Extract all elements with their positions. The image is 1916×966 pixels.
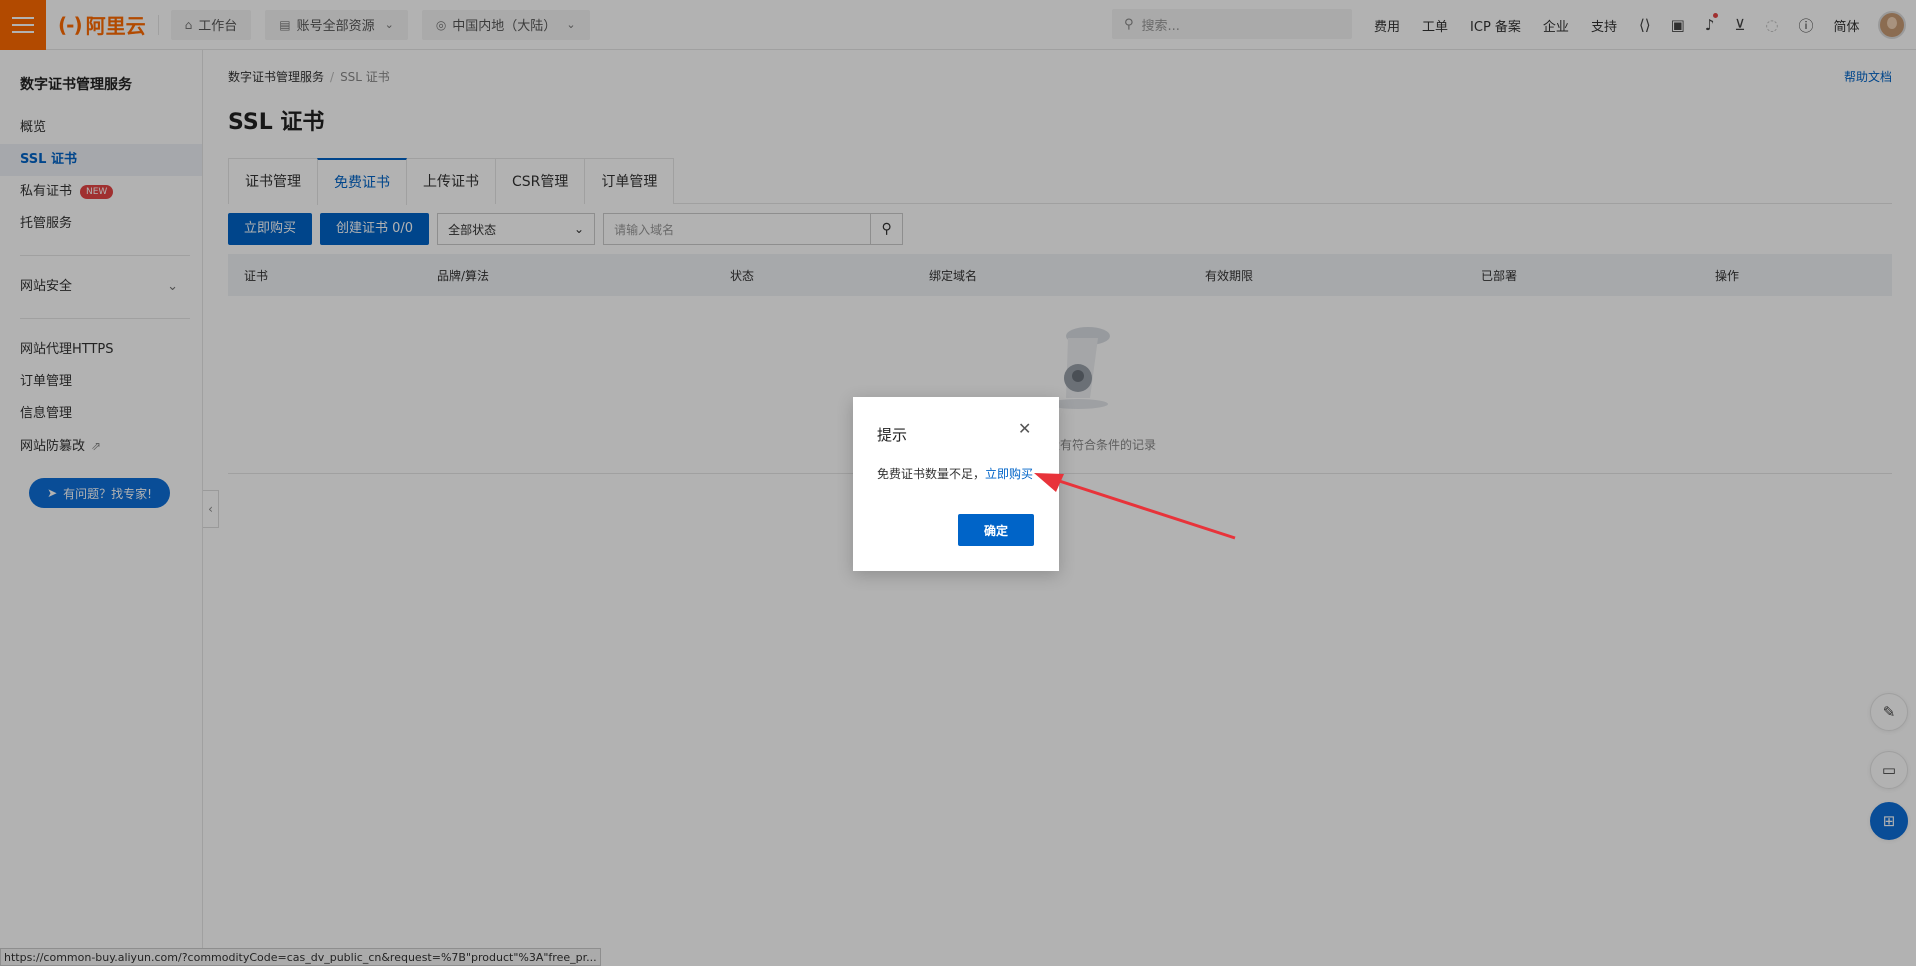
notice-dialog: 提示 ✕ 免费证书数量不足，立即购买 确定 <box>853 397 1059 571</box>
confirm-button[interactable]: 确定 <box>958 514 1034 546</box>
close-icon[interactable]: ✕ <box>1018 419 1031 438</box>
buy-now-link[interactable]: 立即购买 <box>985 467 1033 481</box>
dialog-message: 免费证书数量不足，立即购买 <box>877 465 1033 482</box>
dialog-title: 提示 <box>877 426 908 444</box>
red-arrow-annotation <box>1034 473 1236 540</box>
dialog-message-text: 免费证书数量不足， <box>877 467 986 481</box>
